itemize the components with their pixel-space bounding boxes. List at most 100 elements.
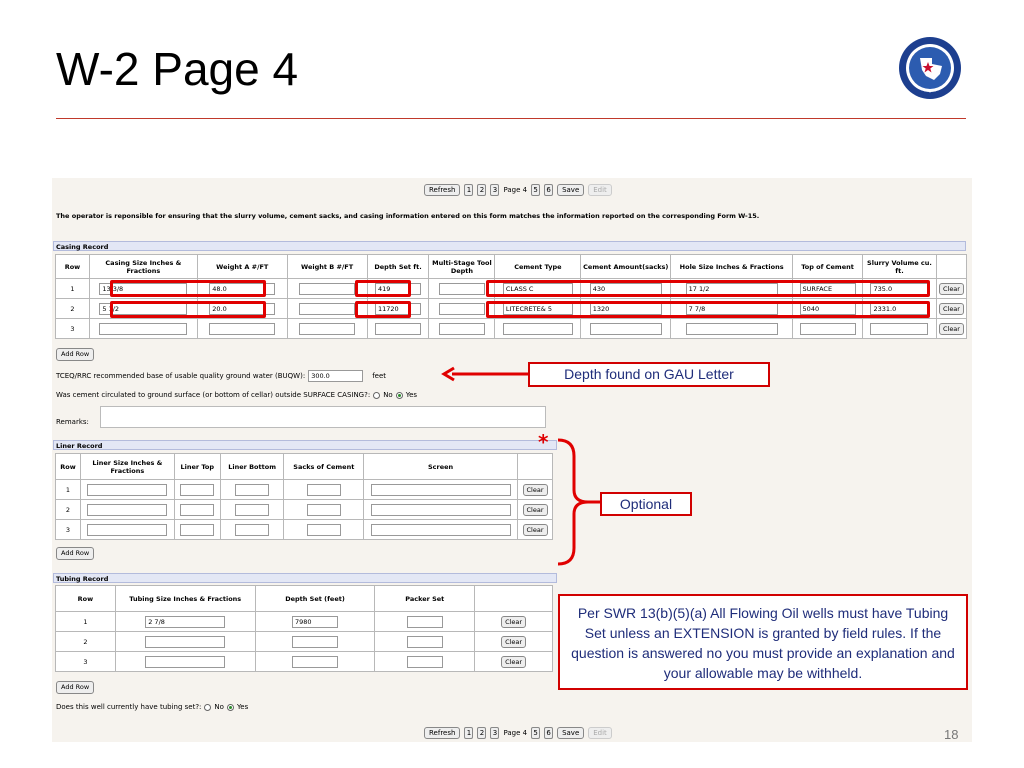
weight-b-input[interactable] [299, 282, 356, 295]
cement-circulated-line: Was cement circulated to ground surface … [56, 391, 417, 399]
top-cement-input[interactable] [799, 322, 856, 335]
liner-col-row: Row [55, 453, 81, 480]
cement-type-input[interactable] [502, 322, 573, 335]
casing-row-number: 1 [55, 278, 90, 299]
depth-set-input[interactable] [375, 322, 422, 335]
refresh-button[interactable]: Refresh [424, 727, 461, 739]
packer-set-input[interactable] [406, 655, 443, 668]
tubing-size-input[interactable] [145, 655, 226, 668]
casing-col-row: Row [55, 254, 90, 279]
tubing-set-no-radio[interactable] [204, 703, 212, 711]
remarks-label: Remarks: [56, 418, 89, 426]
clear-button[interactable]: Clear [501, 615, 527, 628]
highlight-depth-row2 [355, 301, 411, 318]
liner-size-input[interactable] [87, 503, 168, 516]
refresh-button[interactable]: Refresh [424, 184, 461, 196]
current-page-label: Page 4 [503, 186, 528, 194]
page-6-button[interactable]: 6 [544, 184, 554, 196]
liner-bottom-input[interactable] [235, 503, 270, 516]
page-6-button[interactable]: 6 [544, 727, 554, 739]
tubing-depth-input[interactable] [292, 635, 338, 648]
circulated-yes-label: Yes [405, 391, 418, 399]
tubing-set-yes-radio[interactable] [226, 703, 234, 711]
casing-col-cement-type: Cement Type [494, 254, 582, 279]
casing-size-input[interactable] [99, 322, 188, 335]
liner-top-input[interactable] [180, 523, 215, 536]
clear-button[interactable]: Clear [522, 483, 548, 496]
liner-record-table: Row Liner Size Inches & Fractions Liner … [55, 453, 553, 540]
liner-sacks-input[interactable] [306, 483, 341, 496]
liner-top-input[interactable] [180, 483, 215, 496]
slide-number: 18 [944, 727, 959, 742]
weight-b-input[interactable] [299, 322, 356, 335]
page-2-button[interactable]: 2 [477, 727, 487, 739]
liner-bottom-input[interactable] [235, 483, 270, 496]
packer-set-input[interactable] [406, 615, 443, 628]
tool-depth-input[interactable] [438, 322, 485, 335]
circulated-yes-radio[interactable] [395, 391, 403, 399]
tubing-add-row-button[interactable]: Add Row [56, 681, 95, 694]
page-5-button[interactable]: 5 [531, 184, 541, 196]
tubing-row-number: 2 [55, 631, 116, 652]
tubing-size-input[interactable]: 2 7/8 [145, 615, 226, 628]
casing-col-depth: Depth Set ft. [366, 254, 430, 279]
tubing-row-number: 3 [55, 651, 116, 672]
liner-screen-input[interactable] [370, 503, 511, 516]
buqw-input[interactable]: 300.0 [308, 370, 364, 382]
page-3-button[interactable]: 3 [490, 184, 500, 196]
remarks-textarea[interactable] [100, 406, 546, 428]
save-button[interactable]: Save [557, 727, 585, 739]
cement-amount-input[interactable] [589, 322, 662, 335]
liner-size-input[interactable] [87, 523, 168, 536]
table-row: 1 2 7/8 7980 Clear [55, 611, 553, 632]
page-3-button[interactable]: 3 [490, 727, 500, 739]
circulated-no-radio[interactable] [373, 391, 381, 399]
depth-callout: Depth found on GAU Letter [528, 362, 770, 387]
clear-button[interactable]: Clear [501, 655, 527, 668]
liner-size-input[interactable] [87, 483, 168, 496]
tubing-depth-input[interactable] [292, 655, 338, 668]
weight-b-input[interactable] [299, 302, 356, 315]
tubing-set-no-label: No [214, 703, 224, 711]
clear-button[interactable]: Clear [522, 523, 548, 536]
packer-set-input[interactable] [406, 635, 443, 648]
page-1-button[interactable]: 1 [464, 184, 474, 196]
tubing-depth-input[interactable]: 7980 [292, 615, 338, 628]
liner-top-input[interactable] [180, 503, 215, 516]
casing-add-row-button[interactable]: Add Row [56, 348, 95, 361]
edit-button: Edit [588, 727, 612, 739]
table-row: 1 Clear [55, 479, 553, 500]
hole-size-input[interactable] [685, 322, 778, 335]
highlight-cement-row2 [486, 301, 930, 318]
pager-bottom: Refresh 1 2 3 Page 4 5 6 Save Edit [424, 727, 612, 739]
clear-button[interactable]: Clear [938, 322, 964, 335]
liner-row-number: 3 [55, 519, 81, 540]
tool-depth-input[interactable] [438, 302, 485, 315]
liner-bottom-input[interactable] [235, 523, 270, 536]
tubing-col-depth: Depth Set (feet) [254, 585, 376, 612]
casing-col-weight-b: Weight B #/FT [286, 254, 368, 279]
casing-col-slurry: Slurry Volume cu. ft. [862, 254, 937, 279]
weight-a-input[interactable] [209, 322, 276, 335]
page-1-button[interactable]: 1 [464, 727, 474, 739]
page-2-button[interactable]: 2 [477, 184, 487, 196]
liner-col-screen: Screen [363, 453, 519, 480]
liner-sacks-input[interactable] [306, 523, 341, 536]
clear-button[interactable]: Clear [501, 635, 527, 648]
tool-depth-input[interactable] [438, 282, 485, 295]
brace-icon [557, 438, 602, 566]
tubing-size-input[interactable] [145, 635, 226, 648]
clear-button[interactable]: Clear [938, 302, 964, 315]
liner-screen-input[interactable] [370, 523, 511, 536]
save-button[interactable]: Save [557, 184, 585, 196]
highlight-casing-size-weight-row2 [110, 301, 266, 318]
clear-button[interactable]: Clear [938, 282, 964, 295]
buqw-label: TCEQ/RRC recommended base of usable qual… [56, 372, 306, 380]
liner-add-row-button[interactable]: Add Row [56, 547, 95, 560]
tubing-row-number: 1 [55, 611, 116, 632]
liner-sacks-input[interactable] [306, 503, 341, 516]
slurry-volume-input[interactable] [870, 322, 929, 335]
liner-screen-input[interactable] [370, 483, 511, 496]
clear-button[interactable]: Clear [522, 503, 548, 516]
page-5-button[interactable]: 5 [531, 727, 541, 739]
